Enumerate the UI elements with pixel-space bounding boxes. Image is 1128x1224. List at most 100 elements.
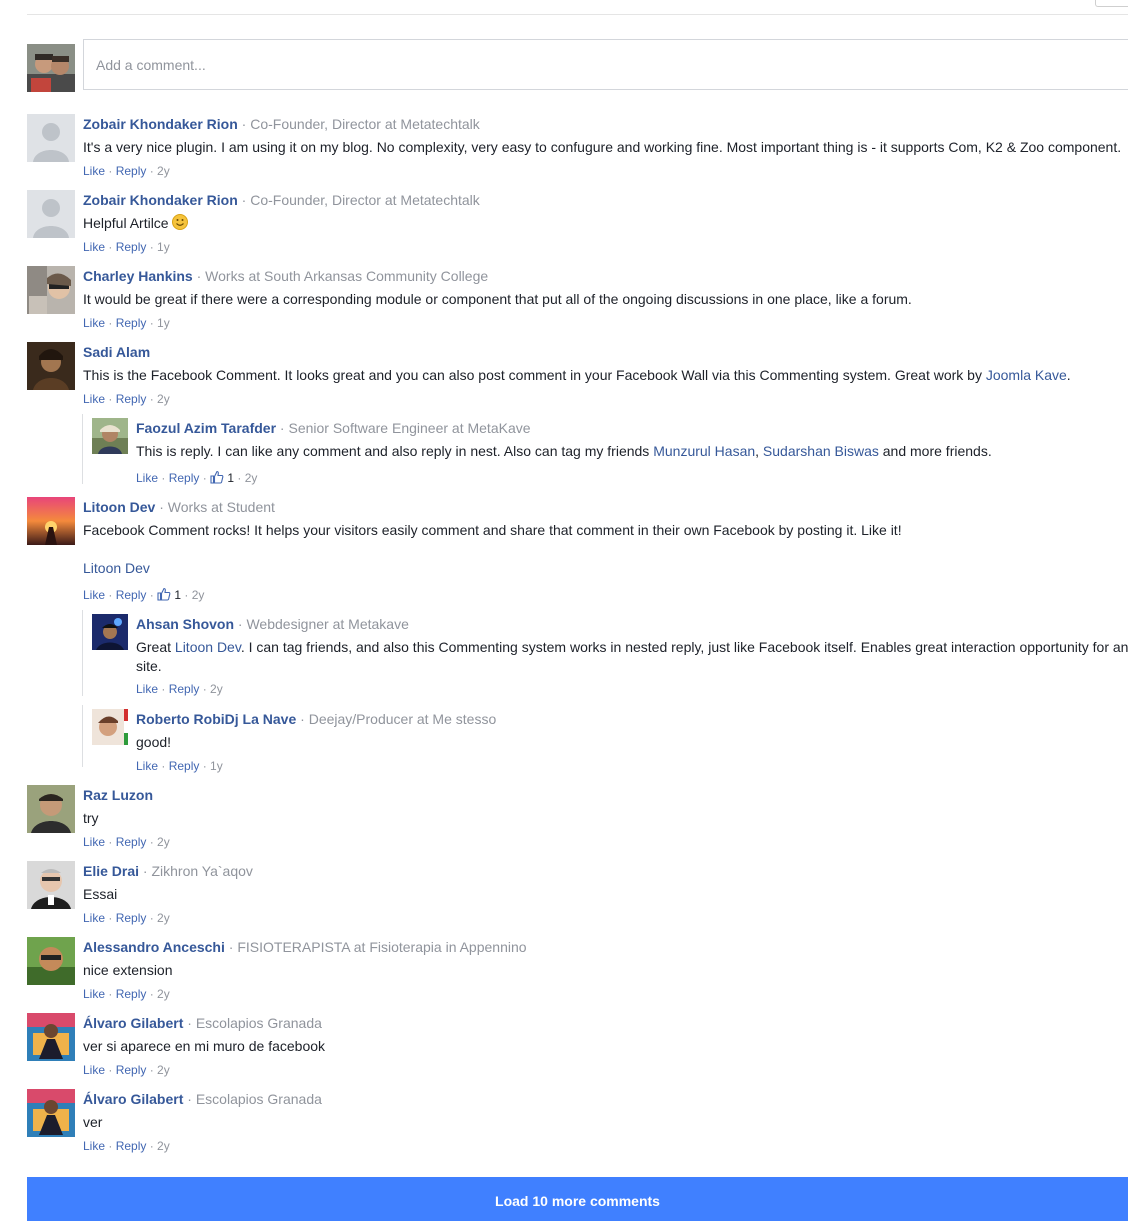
separator: · (158, 682, 169, 696)
like-link[interactable]: Like (83, 392, 105, 406)
separator: · (224, 939, 238, 955)
smiley-icon (172, 214, 189, 231)
like-link[interactable]: Like (83, 911, 105, 925)
separator: · (139, 863, 152, 879)
commenter-name[interactable]: Ahsan Shovon (136, 616, 234, 632)
commenter-meta: Co-Founder, Director at Metatechtalk (250, 192, 480, 208)
commenter-name[interactable]: Zobair Khondaker Rion (83, 192, 238, 208)
commenter-name[interactable]: Zobair Khondaker Rion (83, 116, 238, 132)
separator: · (183, 1091, 196, 1107)
like-link[interactable]: Like (136, 682, 158, 696)
like-link[interactable]: Like (83, 316, 105, 330)
tagged-friend-link[interactable]: Sudarshan Biswas (763, 443, 879, 459)
timestamp[interactable]: 2y (157, 164, 170, 178)
separator: · (105, 588, 116, 602)
timestamp[interactable]: 2y (157, 392, 170, 406)
commenter-name[interactable]: Raz Luzon (83, 787, 153, 803)
like-link[interactable]: Like (83, 164, 105, 178)
signature-link[interactable]: Litoon Dev (83, 559, 150, 578)
avatar[interactable] (27, 266, 75, 314)
load-more-button[interactable]: Load 10 more comments (27, 1177, 1128, 1221)
commenter-name[interactable]: Sadi Alam (83, 344, 150, 360)
comment-text: ver si aparece en mi muro de facebook (83, 1038, 326, 1054)
separator: · (199, 682, 211, 696)
avatar[interactable] (27, 497, 75, 545)
separator: · (105, 987, 116, 1001)
like-link[interactable]: Like (83, 987, 105, 1001)
timestamp[interactable]: 2y (157, 1063, 170, 1077)
like-link[interactable]: Like (83, 1063, 105, 1077)
commenter-name[interactable]: Litoon Dev (83, 499, 155, 515)
reply-link[interactable]: Reply (116, 164, 147, 178)
thumbs-up-icon (210, 470, 224, 485)
tagged-friend-link[interactable]: Munzurul Hasan (653, 443, 755, 459)
top-right-control[interactable] (1095, 0, 1128, 7)
separator: · (181, 588, 192, 602)
timestamp[interactable]: 2y (157, 987, 170, 1001)
timestamp[interactable]: 2y (192, 588, 205, 602)
tagged-friend-link[interactable]: Litoon Dev (175, 639, 241, 655)
reply-link[interactable]: Reply (116, 316, 147, 330)
like-link[interactable]: Like (83, 588, 105, 602)
reply-link[interactable]: Reply (116, 987, 147, 1001)
like-link[interactable]: Like (136, 759, 158, 773)
reply-link[interactable]: Reply (116, 911, 147, 925)
avatar[interactable] (92, 614, 128, 650)
reply-link[interactable]: Reply (116, 240, 147, 254)
avatar[interactable] (27, 1013, 75, 1061)
reply-link[interactable]: Reply (169, 471, 200, 485)
avatar[interactable] (27, 1089, 75, 1137)
reply-link[interactable]: Reply (169, 682, 200, 696)
avatar[interactable] (27, 861, 75, 909)
avatar[interactable] (92, 709, 128, 745)
commenter-name[interactable]: Charley Hankins (83, 268, 193, 284)
avatar[interactable] (27, 342, 75, 390)
avatar[interactable] (27, 190, 75, 238)
separator: · (146, 911, 158, 925)
separator: · (199, 471, 211, 485)
reply-thread-line (82, 610, 83, 696)
reply-link[interactable]: Reply (116, 1063, 147, 1077)
commenter-name[interactable]: Alessandro Anceschi (83, 939, 225, 955)
separator: · (237, 116, 251, 132)
tagged-page-link[interactable]: Joomla Kave (986, 367, 1067, 383)
commenter-name[interactable]: Álvaro Gilabert (83, 1015, 183, 1031)
comment-input[interactable]: Add a comment... (83, 39, 1128, 90)
commenter-name[interactable]: Roberto RobiDj La Nave (136, 711, 296, 727)
like-link[interactable]: Like (83, 1139, 105, 1153)
commenter-name[interactable]: Elie Drai (83, 863, 139, 879)
avatar[interactable] (27, 937, 75, 985)
separator: · (234, 616, 247, 632)
reply-link[interactable]: Reply (169, 759, 200, 773)
timestamp[interactable]: 1y (157, 316, 170, 330)
timestamp[interactable]: 2y (157, 911, 170, 925)
comment-text: . I can tag friends, and also this Comme… (136, 639, 1128, 674)
reply-link[interactable]: Reply (116, 1139, 147, 1153)
avatar[interactable] (27, 785, 75, 833)
avatar[interactable] (92, 418, 128, 454)
separator: · (146, 164, 158, 178)
separator: · (237, 192, 251, 208)
timestamp[interactable]: 2y (157, 835, 170, 849)
avatar[interactable] (27, 114, 75, 162)
comment-text-end: and more friends. (878, 443, 992, 459)
timestamp[interactable]: 1y (210, 759, 223, 773)
commenter-name[interactable]: Álvaro Gilabert (83, 1091, 183, 1107)
like-link[interactable]: Like (83, 835, 105, 849)
separator: · (155, 499, 168, 515)
timestamp[interactable]: 2y (210, 682, 223, 696)
reply-thread-line (82, 414, 83, 484)
reply-link[interactable]: Reply (116, 392, 147, 406)
commenter-meta: Escolapios Granada (195, 1091, 322, 1107)
like-link[interactable]: Like (83, 240, 105, 254)
timestamp[interactable]: 2y (245, 471, 258, 485)
timestamp[interactable]: 2y (157, 1139, 170, 1153)
commenter-meta: Deejay/Producer at Me stesso (308, 711, 497, 727)
reply-link[interactable]: Reply (116, 835, 147, 849)
commenter-name[interactable]: Faozul Azim Tarafder (136, 420, 276, 436)
separator: · (105, 1063, 116, 1077)
like-link[interactable]: Like (136, 471, 158, 485)
reply-link[interactable]: Reply (116, 588, 147, 602)
comment-text: nice extension (83, 962, 173, 978)
timestamp[interactable]: 1y (157, 240, 170, 254)
